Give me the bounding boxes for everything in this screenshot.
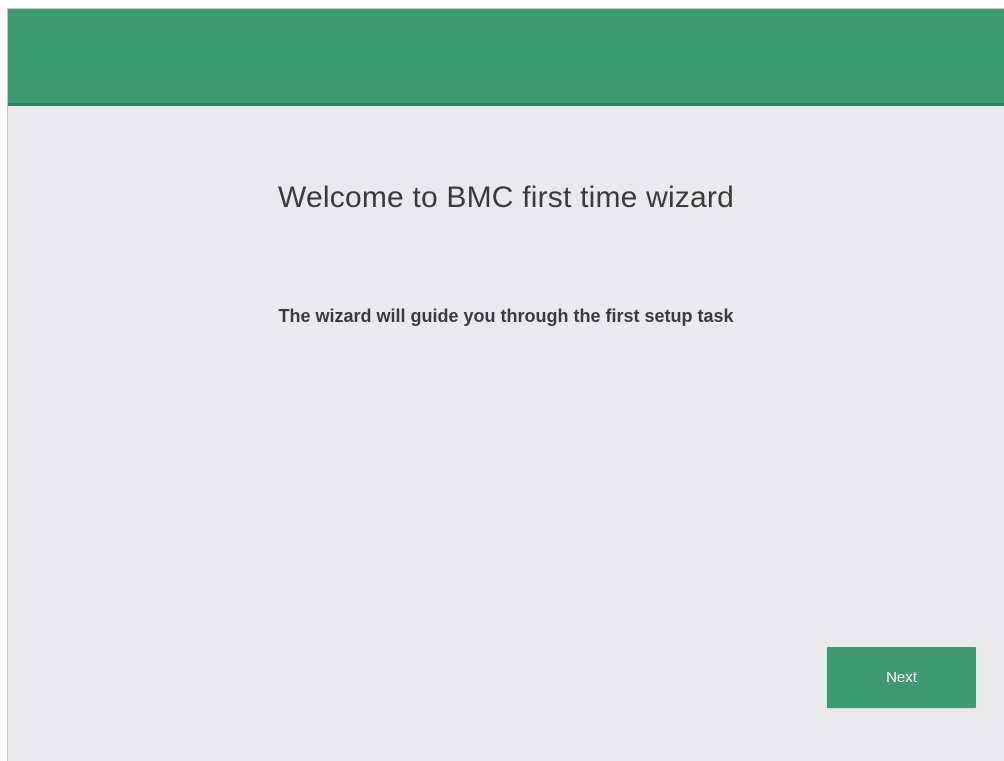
next-button[interactable]: Next [827,647,976,708]
wizard-window: Welcome to BMC first time wizard The wiz… [7,8,1004,761]
wizard-description: The wizard will guide you through the fi… [278,306,734,326]
page-title: Welcome to BMC first time wizard [278,181,734,214]
header-bar [8,9,1004,106]
